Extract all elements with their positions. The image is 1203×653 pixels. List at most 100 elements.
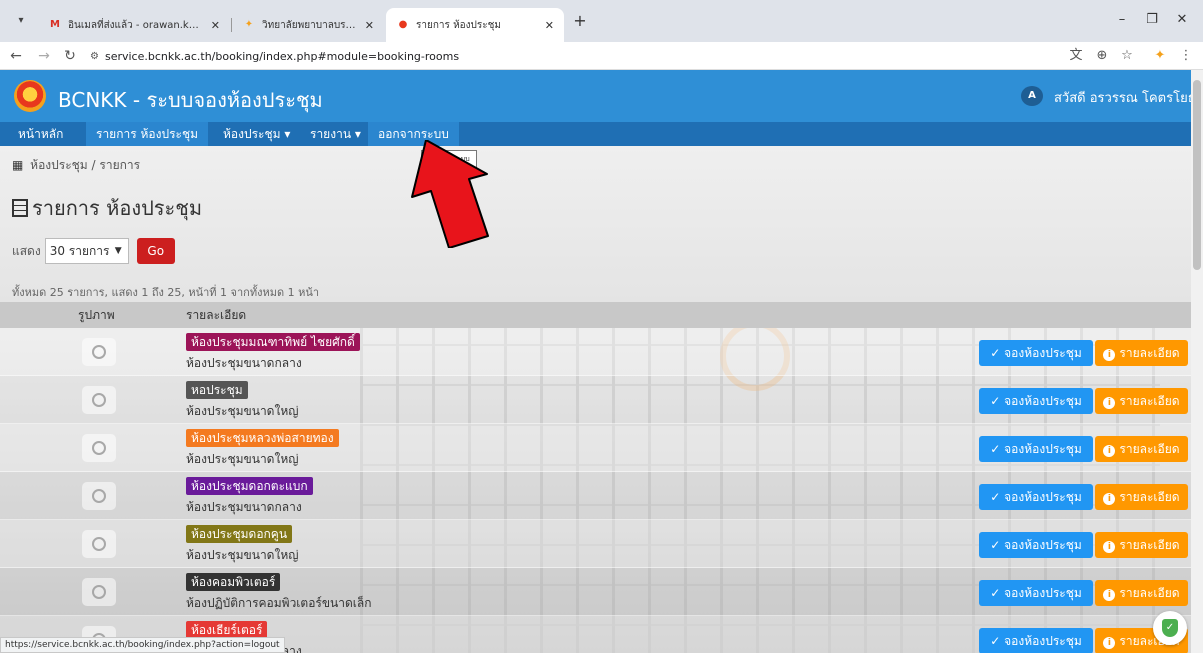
tab-title: วิทยาลัยพยาบาลบรมราชชนนี ขอนแก่น [262, 19, 359, 31]
translate-icon[interactable]: 文 [1066, 46, 1086, 66]
room-name-badge[interactable]: ห้องประชุมดอกคูน [186, 525, 293, 543]
book-room-button[interactable]: ✓ จองห้องประชุม [979, 532, 1093, 558]
calendar-icon: ▦ [12, 158, 24, 172]
column-header-details: รายละเอียด [186, 308, 247, 322]
book-room-label: จองห้องประชุม [1004, 394, 1082, 408]
extension-icon[interactable]: ✦ [1150, 46, 1170, 66]
room-details-button[interactable]: i รายละเอียด [1095, 532, 1188, 558]
college-logo[interactable] [14, 80, 46, 112]
check-icon: ✓ [990, 586, 1001, 600]
user-greeting[interactable]: สวัสดี อรวรรณ โคตรโยธา [1054, 87, 1203, 108]
room-details-button[interactable]: i รายละเอียด [1095, 436, 1188, 462]
table-row: ห้องประชุมดอกตะแบก ห้องประชุมขนาดกลาง ✓ จอ… [0, 472, 1191, 520]
new-tab-button[interactable]: + [570, 12, 590, 32]
forward-arrow-icon[interactable]: → [34, 46, 54, 66]
info-icon: i [1103, 445, 1116, 457]
check-icon: ✓ [990, 442, 1001, 456]
check-icon: ✓ [990, 490, 1001, 504]
room-details-button[interactable]: i รายละเอียด [1095, 340, 1188, 366]
zoom-icon[interactable]: ⊕ [1092, 46, 1112, 66]
book-room-label: จองห้องประชุม [1004, 538, 1082, 552]
go-button[interactable]: Go [136, 238, 175, 264]
book-room-label: จองห้องประชุม [1004, 346, 1082, 360]
brand-title[interactable]: BCNKK - ระบบจองห้องประชุม [58, 84, 323, 116]
info-icon: i [1103, 349, 1116, 361]
browser-tab-gmail[interactable]: M อินเมลที่ส่งแล้ว - orawan.k@bcnkk.ac.t… [38, 8, 230, 42]
back-arrow-icon[interactable]: ← [6, 46, 26, 66]
book-room-button[interactable]: ✓ จองห้องประชุม [979, 580, 1093, 606]
book-room-button[interactable]: ✓ จองห้องประชุม [979, 484, 1093, 510]
browser-menu-icon[interactable]: ⋮ [1176, 46, 1196, 66]
book-room-button[interactable]: ✓ จองห้องประชุม [979, 340, 1093, 366]
book-room-button[interactable]: ✓ จองห้องประชุม [979, 628, 1093, 653]
room-name-badge[interactable]: ห้องประชุมดอกตะแบก [186, 477, 313, 495]
page-content: ▦ ห้องประชุม / รายการ ออกจากระบบ รายการ … [0, 146, 1191, 653]
bookmark-star-icon[interactable]: ☆ [1117, 46, 1137, 66]
page-title: รายการ ห้องประชุม [12, 192, 202, 224]
info-icon: i [1103, 397, 1116, 409]
minimize-icon[interactable]: – [1112, 10, 1132, 30]
url-text: service.bcnkk.ac.th/booking/index.php#mo… [104, 49, 460, 63]
room-details-label: รายละเอียด [1119, 442, 1180, 456]
window-close-icon[interactable]: ✕ [1172, 10, 1192, 30]
site-settings-icon[interactable]: ⚙ [90, 51, 99, 62]
security-shield-button[interactable]: ✓ [1153, 611, 1187, 645]
breadcrumb-text[interactable]: ห้องประชุม / รายการ [30, 158, 140, 172]
close-icon[interactable]: ✕ [365, 19, 374, 32]
address-bar: ← → ↻ ⚙ service.bcnkk.ac.th/booking/inde… [0, 42, 1203, 70]
tab-title: รายการ ห้องประชุม [416, 19, 502, 31]
browser-tabstrip: ▾ M อินเมลที่ส่งแล้ว - orawan.k@bcnkk.ac… [0, 0, 1203, 42]
table-row: ห้องประชุมหลวงพ่อสายทองห้องประชุมขนาดใหญ… [0, 424, 1191, 472]
browser-tab-booking[interactable]: ● รายการ ห้องประชุม ✕ [386, 8, 564, 42]
book-room-button[interactable]: ✓ จองห้องประชุม [979, 388, 1093, 414]
restore-icon[interactable]: ❐ [1142, 10, 1162, 30]
room-description: ห้องประชุมขนาดกลาง [186, 356, 302, 370]
menu-item-rooms[interactable]: ห้องประชุม ▾ [213, 122, 300, 146]
book-room-button[interactable]: ✓ จองห้องประชุม [979, 436, 1093, 462]
room-description: ห้องประชุมขนาดใหญ่ [186, 404, 299, 418]
room-name-badge[interactable]: ห้องประชุมมณฑาทิพย์ ไชยศักดิ์ [186, 333, 360, 351]
info-icon: i [1103, 589, 1116, 601]
red-annotation-arrow [411, 140, 489, 248]
book-room-label: จองห้องประชุม [1004, 586, 1082, 600]
page-size-select[interactable]: 30 รายการ ▼ [44, 238, 129, 264]
close-icon[interactable]: ✕ [211, 19, 220, 32]
shield-check-icon: ✓ [1162, 619, 1178, 637]
menu-item-home[interactable]: หน้าหลัก [8, 122, 73, 146]
booking-icon: ● [398, 19, 408, 30]
tab-title: อินเมลที่ส่งแล้ว - orawan.k@bcnkk.ac.th [68, 19, 205, 31]
page-size-filter: แสดง 30 รายการ ▼ Go [12, 238, 175, 264]
scrollbar-thumb[interactable] [1193, 80, 1201, 270]
chevron-down-icon: ▼ [114, 246, 122, 256]
college-icon: ✦ [244, 19, 254, 30]
book-room-label: จองห้องประชุม [1004, 634, 1082, 648]
room-details-button[interactable]: i รายละเอียด [1095, 484, 1188, 510]
result-summary: ทั้งหมด 25 รายการ, แสดง 1 ถึง 25, หน้าที… [12, 286, 320, 299]
check-icon: ✓ [990, 634, 1001, 648]
user-avatar[interactable]: A [1021, 86, 1043, 106]
reload-icon[interactable]: ↻ [60, 46, 80, 66]
room-name-badge[interactable]: ห้องคอมพิวเตอร์ [186, 573, 281, 591]
menu-item-reports[interactable]: รายงาน ▾ [300, 122, 371, 146]
book-room-label: จองห้องประชุม [1004, 490, 1082, 504]
page-title-text: รายการ ห้องประชุม [32, 196, 203, 220]
tab-search-icon[interactable]: ▾ [10, 10, 32, 32]
browser-tab-college[interactable]: ✦ วิทยาลัยพยาบาลบรมราชชนนี ขอนแก่น ✕ [232, 8, 384, 42]
breadcrumb: ▦ ห้องประชุม / รายการ [12, 156, 140, 175]
check-icon: ✓ [990, 538, 1001, 552]
info-icon: i [1103, 493, 1116, 505]
room-details-label: รายละเอียด [1119, 538, 1180, 552]
room-name-badge[interactable]: ห้องประชุมหลวงพ่อสายทอง [186, 429, 339, 447]
room-details-button[interactable]: i รายละเอียด [1095, 388, 1188, 414]
menu-item-room-list[interactable]: รายการ ห้องประชุม [86, 122, 209, 146]
room-details-label: รายละเอียด [1119, 490, 1180, 504]
room-description: ห้องประชุมขนาดใหญ่ [186, 452, 299, 466]
site-header: BCNKK - ระบบจองห้องประชุม A สวัสดี อรวรร… [0, 70, 1203, 122]
room-description: ห้องประชุมขนาดใหญ่ [186, 548, 299, 562]
room-details-button[interactable]: i รายละเอียด [1095, 580, 1188, 606]
room-name-badge[interactable]: หอประชุม [186, 381, 248, 399]
close-icon[interactable]: ✕ [545, 19, 554, 32]
url-field[interactable]: ⚙ service.bcnkk.ac.th/booking/index.php#… [90, 45, 1050, 67]
table-row: ห้องประชุมมณฑาทิพย์ ไชยศักดิ์ห้องประชุมข… [0, 328, 1191, 376]
page-scrollbar[interactable] [1191, 70, 1203, 653]
